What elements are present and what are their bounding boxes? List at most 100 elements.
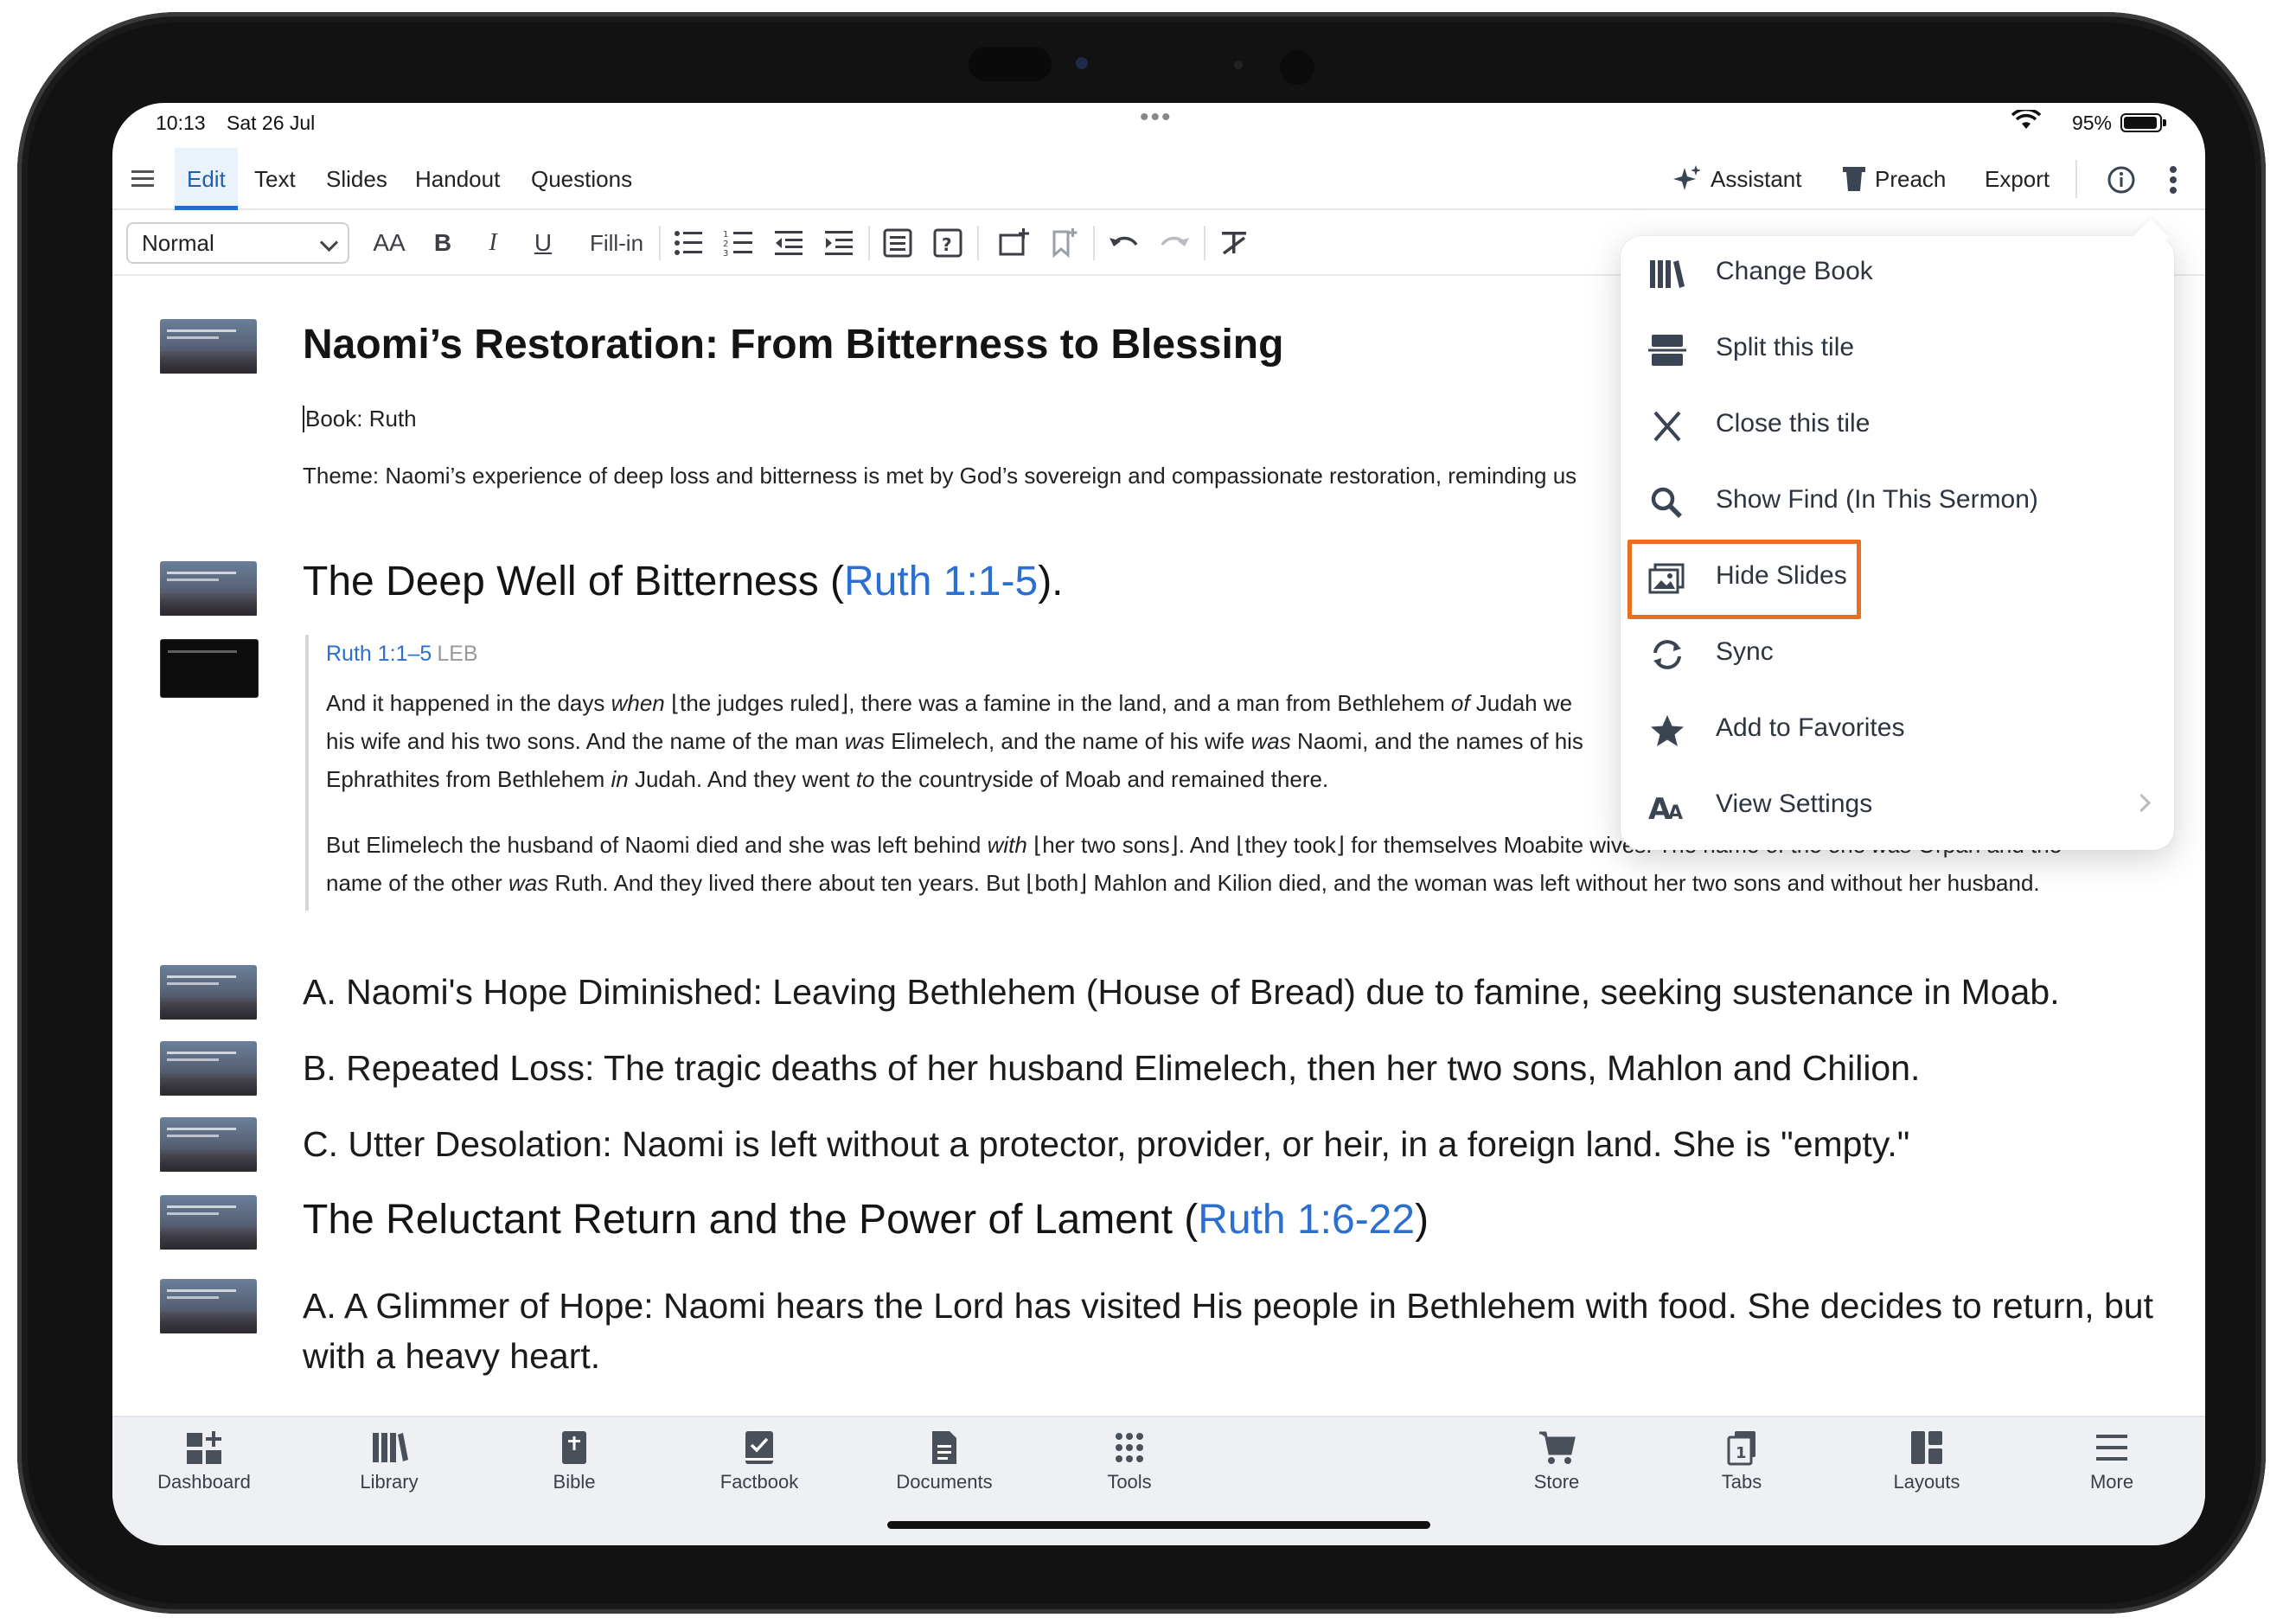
library-icon [373, 1433, 408, 1462]
dashboard-icon [187, 1431, 221, 1464]
underline-button[interactable]: U [528, 226, 559, 260]
document-icon [932, 1431, 956, 1464]
info-icon[interactable] [2107, 165, 2136, 195]
numbered-list-icon[interactable]: 123 [723, 227, 754, 259]
bookmark-add-icon[interactable] [1048, 227, 1079, 259]
add-slide-icon[interactable] [998, 227, 1029, 259]
slide-thumbnail[interactable] [160, 1195, 257, 1250]
sermon-title[interactable]: Naomi’s Restoration: From Bitterness to … [303, 321, 1283, 368]
tab-questions[interactable]: Questions [531, 148, 632, 210]
chevron-down-icon [319, 233, 339, 253]
nav-factbook[interactable]: Factbook [690, 1429, 828, 1493]
menu-item-change-book[interactable]: Change Book [1621, 236, 2174, 312]
toolbar-divider [868, 226, 870, 260]
menu-label: Show Find (In This Sermon) [1716, 485, 2038, 514]
nav-library[interactable]: Library [320, 1429, 458, 1493]
toolbar-divider [1093, 226, 1095, 260]
clear-formatting-icon[interactable] [1219, 227, 1249, 259]
menubar-divider [2075, 160, 2077, 198]
nav-label: Layouts [1893, 1471, 1960, 1493]
menu-item-add-favorites[interactable]: Add to Favorites [1621, 693, 2174, 769]
assistant-button[interactable]: Assistant [1672, 148, 1802, 210]
tab-text[interactable]: Text [254, 148, 296, 210]
point-b[interactable]: B. Repeated Loss: The tragic deaths of h… [303, 1044, 2188, 1092]
point-c[interactable]: C. Utter Desolation: Naomi is left witho… [303, 1120, 2188, 1168]
export-button[interactable]: Export [1985, 148, 2050, 210]
menu-bar: Edit Text Slides Handout Questions Assis… [112, 148, 2205, 210]
font-size-button[interactable]: AA [365, 226, 413, 260]
indent-icon[interactable] [823, 227, 854, 259]
sparkle-icon [1673, 165, 1701, 190]
redo-icon[interactable] [1157, 227, 1192, 259]
nav-label: More [2089, 1471, 2134, 1493]
scripture-link[interactable]: Ruth 1:6-22 [1198, 1197, 1415, 1243]
slide-thumbnail[interactable] [160, 1117, 257, 1172]
menu-label: Change Book [1716, 257, 1873, 285]
slide-thumbnail[interactable] [160, 319, 257, 374]
nav-bible[interactable]: Bible [505, 1429, 643, 1493]
menu-label: View Settings [1716, 790, 1873, 818]
multitask-dots[interactable]: ••• [1140, 103, 1173, 132]
preach-button[interactable]: Preach [1842, 148, 1946, 210]
outdent-icon[interactable] [773, 227, 804, 259]
theme-line[interactable]: Theme: Naomi’s experience of deep loss a… [303, 463, 1576, 489]
heading-text: ). [1038, 559, 1064, 604]
tab-handout[interactable]: Handout [415, 148, 500, 210]
heading-deep-well[interactable]: The Deep Well of Bitterness (Ruth 1:1-5)… [303, 558, 1064, 605]
home-indicator[interactable] [887, 1521, 1430, 1529]
hamburger-menu-icon[interactable] [130, 163, 156, 193]
book-line[interactable]: Book: Ruth [303, 406, 417, 432]
svg-text:2: 2 [723, 240, 728, 249]
ipad-frame: 10:13 Sat 26 Jul ••• 95% Edit Text Slide… [17, 12, 2266, 1614]
style-select-value: Normal [142, 230, 214, 256]
nav-layouts[interactable]: Layouts [1858, 1429, 1996, 1493]
sensor [969, 47, 1052, 81]
point-a[interactable]: A. Naomi's Hope Diminished: Leaving Beth… [303, 968, 2188, 1016]
scripture-link[interactable]: Ruth 1:1-5 [844, 559, 1038, 604]
slide-thumbnail[interactable] [160, 561, 257, 616]
more-vertical-icon[interactable] [2167, 163, 2179, 196]
slide-thumbnail[interactable] [160, 965, 257, 1020]
nav-tabs[interactable]: 1 Tabs [1672, 1429, 1811, 1493]
bold-button[interactable]: B [427, 226, 458, 260]
paragraph-style-select[interactable]: Normal [126, 222, 349, 264]
block-quote-icon[interactable] [882, 227, 913, 259]
menu-item-sync[interactable]: Sync [1621, 617, 2174, 693]
slide-thumbnail[interactable] [160, 1279, 257, 1333]
heading-reluctant-return[interactable]: The Reluctant Return and the Power of La… [303, 1196, 1429, 1244]
nav-dashboard[interactable]: Dashboard [135, 1429, 273, 1493]
layouts-icon [1911, 1431, 1942, 1464]
tab-edit[interactable]: Edit [175, 148, 238, 210]
bullet-list-icon[interactable] [673, 227, 704, 259]
status-bar: 10:13 Sat 26 Jul ••• 95% [112, 103, 2205, 146]
point-a-return[interactable]: A. A Glimmer of Hope: Naomi hears the Lo… [303, 1281, 2188, 1381]
menu-item-split-tile[interactable]: Split this tile [1621, 312, 2174, 388]
slide-thumbnail[interactable] [160, 1041, 257, 1096]
menu-item-close-tile[interactable]: Close this tile [1621, 388, 2174, 464]
heading-text: ) [1415, 1197, 1429, 1243]
slide-thumbnail-scripture[interactable] [160, 639, 259, 698]
sync-icon [1653, 640, 1681, 669]
tab-slides[interactable]: Slides [326, 148, 387, 210]
tabs-icon: 1 [1727, 1431, 1755, 1466]
star-icon [1651, 715, 1684, 746]
tools-grid-icon [1116, 1433, 1143, 1462]
italic-button[interactable]: I [477, 226, 508, 260]
library-icon [1650, 260, 1685, 288]
font-size-label: AA [373, 229, 406, 256]
status-date: Sat 26 Jul [227, 112, 316, 134]
split-icon [1648, 335, 1686, 366]
bible-icon [562, 1431, 586, 1464]
undo-icon[interactable] [1107, 227, 1142, 259]
menu-label: Close this tile [1716, 409, 1871, 438]
question-block-icon[interactable]: ? [932, 227, 963, 259]
menu-item-show-find[interactable]: Show Find (In This Sermon) [1621, 464, 2174, 540]
quote-ref-link[interactable]: Ruth 1:1–5 [326, 642, 432, 666]
nav-documents[interactable]: Documents [875, 1429, 1014, 1493]
nav-store[interactable]: Store [1487, 1429, 1626, 1493]
nav-more[interactable]: More [2043, 1429, 2181, 1493]
svg-text:A: A [1668, 802, 1683, 824]
fill-in-button[interactable]: Fill-in [578, 226, 655, 260]
nav-tools[interactable]: Tools [1060, 1429, 1199, 1493]
menu-item-view-settings[interactable]: AA View Settings [1621, 769, 2174, 845]
